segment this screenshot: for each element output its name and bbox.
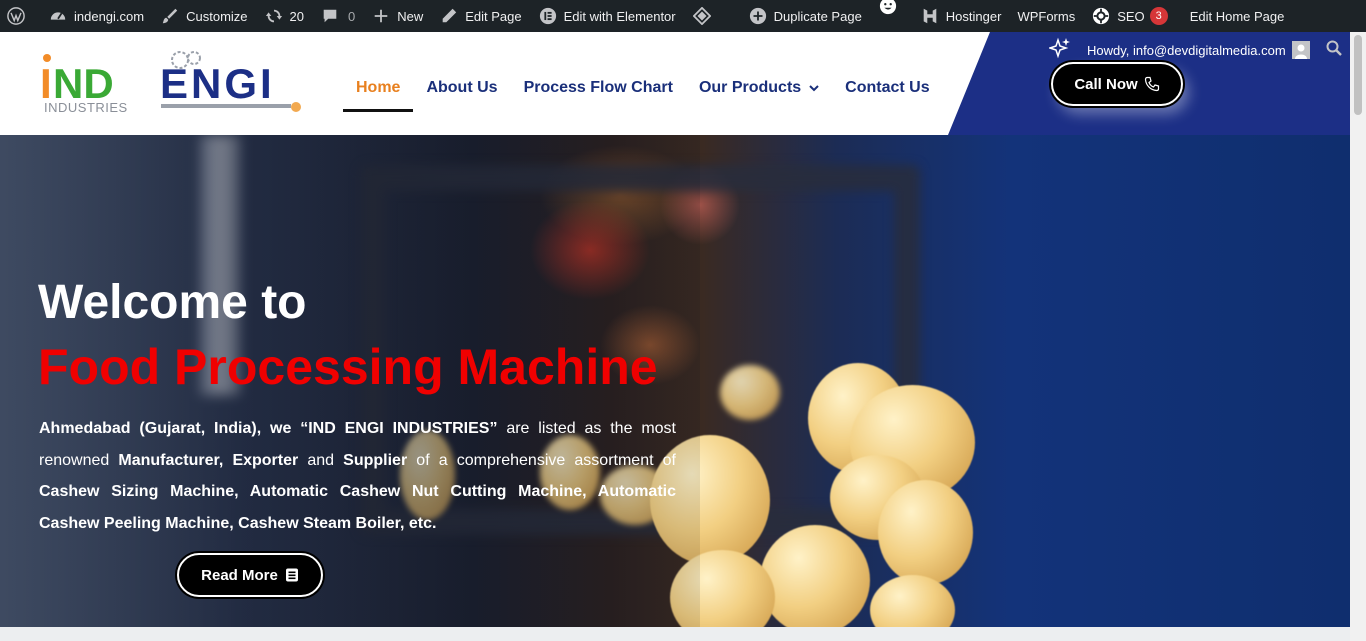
edit-home-link[interactable]: Edit Home Page: [1182, 0, 1293, 32]
site-logo[interactable]: I ND ENGI INDUSTRIES: [40, 50, 304, 116]
elementor-icon: [538, 6, 558, 26]
hero-welcome-heading: Welcome to: [38, 276, 307, 329]
edit-home-label: Edit Home Page: [1189, 8, 1285, 24]
nav-process-flow-chart[interactable]: Process Flow Chart: [511, 70, 686, 106]
call-now-button[interactable]: Call Now: [1051, 62, 1183, 106]
hostinger-icon: [920, 6, 940, 26]
page-scrollbar[interactable]: [1350, 32, 1366, 641]
phone-icon: [1144, 76, 1159, 92]
dashboard-icon: [48, 6, 68, 26]
site-name-label: indengi.com: [74, 8, 145, 24]
cashew-nut-image: [878, 480, 973, 585]
seo-label: SEO: [1117, 8, 1145, 24]
plus-circle-icon: [748, 6, 768, 26]
customize-label: Customize: [186, 8, 248, 24]
smiley-icon: [878, 0, 898, 16]
desc-text-2: and: [298, 451, 344, 469]
desc-company: “IND ENGI INDUSTRIES”: [300, 420, 498, 437]
desc-supplier: Supplier: [343, 451, 408, 469]
chevron-down-icon: [809, 85, 819, 92]
admin-bar: indengi.com Customize 20 0 New Edit Page: [0, 0, 1366, 32]
nav-our-products[interactable]: Our Products: [686, 70, 832, 106]
wordpress-menu[interactable]: [0, 0, 40, 32]
emoji-menu[interactable]: [870, 0, 912, 32]
next-section-edge: [0, 627, 1350, 641]
account-menu[interactable]: Howdy, info@devdigitalmedia.com: [1087, 41, 1310, 59]
desc-products: Cashew Sizing Machine, Automatic Cashew …: [39, 483, 676, 532]
nav-about-us[interactable]: About Us: [413, 70, 510, 106]
nav-process-label: Process Flow Chart: [523, 79, 673, 96]
updates-link[interactable]: 20: [256, 0, 312, 32]
hostinger-label: Hostinger: [945, 8, 1002, 24]
book-icon: [285, 568, 298, 582]
seo-link[interactable]: SEO 3: [1083, 0, 1175, 32]
nav-products-label: Our Products: [698, 79, 802, 96]
nav-contact-us[interactable]: Contact Us: [832, 70, 942, 106]
customize-link[interactable]: Customize: [152, 0, 255, 32]
diamond-menu[interactable]: [684, 0, 726, 32]
call-now-label: Call Now: [1074, 75, 1138, 93]
hostinger-link[interactable]: Hostinger: [912, 0, 1010, 32]
read-more-button[interactable]: Read More: [177, 553, 323, 597]
edit-page-link[interactable]: Edit Page: [431, 0, 529, 32]
duplicate-page-label: Duplicate Page: [773, 8, 862, 24]
logo-sub-text: INDUSTRIES: [44, 100, 128, 115]
updates-icon: [264, 6, 284, 26]
seo-notification-badge: 3: [1149, 7, 1168, 25]
scrollbar-thumb[interactable]: [1354, 35, 1362, 115]
hero-banner: Welcome to Food Processing Machine Ahmed…: [0, 135, 1350, 627]
comments-link[interactable]: 0: [312, 0, 363, 32]
read-more-label: Read More: [201, 566, 278, 584]
nav-home-label: Home: [356, 79, 401, 96]
hero-title: Food Processing Machine: [38, 339, 658, 395]
pencil-icon: [439, 6, 459, 26]
desc-exporter: Exporter: [232, 451, 299, 469]
comment-icon: [320, 6, 340, 26]
diamond-icon: [692, 6, 712, 26]
hero-description: Ahmedabad (Gujarat, India), we “IND ENGI…: [39, 413, 676, 539]
wpforms-label: WPForms: [1017, 8, 1076, 24]
desc-manufacturer: Manufacturer,: [118, 451, 224, 469]
desc-location: Ahmedabad (Gujarat, India), we: [39, 420, 301, 437]
wpforms-link[interactable]: WPForms: [1009, 0, 1083, 32]
comments-count: 0: [348, 8, 356, 24]
nav-home[interactable]: Home: [343, 70, 414, 112]
avatar: [1291, 41, 1310, 59]
edit-elementor-link[interactable]: Edit with Elementor: [530, 0, 684, 32]
new-label: New: [397, 8, 424, 24]
site-header: I ND ENGI INDUSTRIES Home About Us Proce…: [0, 32, 1350, 135]
main-navigation: Home About Us Process Flow Chart Our Pro…: [343, 70, 943, 112]
wordpress-logo-icon: [6, 6, 26, 26]
cashew-nut-image: [760, 525, 870, 627]
howdy-label: Howdy, info@devdigitalmedia.com: [1087, 42, 1286, 58]
nav-contact-label: Contact Us: [845, 79, 930, 96]
new-content-link[interactable]: New: [363, 0, 431, 32]
sparkle-icon[interactable]: [1049, 37, 1071, 59]
seo-gear-icon: [1091, 6, 1111, 26]
updates-count: 20: [289, 8, 304, 24]
cashew-nut-image: [870, 575, 955, 627]
site-name-link[interactable]: indengi.com: [40, 0, 152, 32]
edit-elementor-label: Edit with Elementor: [563, 8, 676, 24]
search-icon[interactable]: [1326, 40, 1342, 56]
cashew-nut-image: [720, 365, 780, 420]
brush-icon: [160, 6, 180, 26]
duplicate-page-link[interactable]: Duplicate Page: [740, 0, 870, 32]
plus-icon: [371, 6, 391, 26]
desc-text-3: of a comprehensive assortment of: [407, 451, 676, 469]
nav-about-label: About Us: [426, 79, 498, 96]
edit-page-label: Edit Page: [465, 8, 522, 24]
